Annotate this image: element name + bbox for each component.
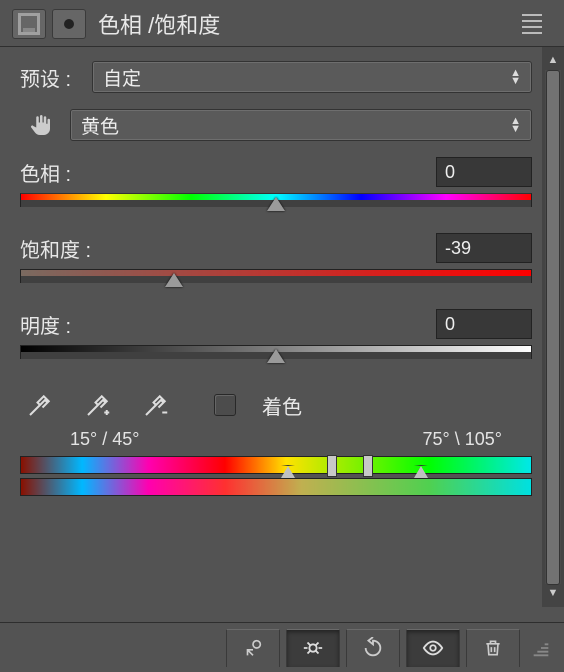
preset-select[interactable]: 自定 ▲▼ bbox=[92, 61, 532, 93]
hue-thumb[interactable] bbox=[267, 197, 285, 211]
lightness-input[interactable] bbox=[436, 309, 532, 339]
view-previous-state-button[interactable] bbox=[286, 629, 340, 667]
preset-value: 自定 bbox=[103, 64, 141, 91]
panel-title: 色相 /饱和度 bbox=[98, 8, 522, 40]
save-icon bbox=[18, 13, 40, 35]
clip-to-layer-button[interactable] bbox=[226, 629, 280, 667]
hue-range-strip-top[interactable] bbox=[20, 456, 532, 474]
delete-button[interactable] bbox=[466, 629, 520, 667]
range-handle-outer-left[interactable] bbox=[281, 465, 295, 478]
lightness-slider[interactable] bbox=[20, 345, 532, 371]
range-handle-outer-right[interactable] bbox=[414, 465, 428, 478]
channel-select[interactable]: 黄色 ▲▼ bbox=[70, 109, 532, 141]
reset-button[interactable] bbox=[346, 629, 400, 667]
lightness-thumb[interactable] bbox=[267, 349, 285, 363]
range-readout-left: 15° / 45° bbox=[70, 429, 140, 450]
lightness-label: 明度 : bbox=[20, 310, 436, 339]
hue-slider[interactable] bbox=[20, 193, 532, 219]
chevron-updown-icon: ▲▼ bbox=[510, 118, 521, 133]
panel-menu-button[interactable] bbox=[522, 14, 552, 34]
saturation-label: 饱和度 : bbox=[20, 234, 436, 263]
scrollbar[interactable]: ▲ ▼ bbox=[542, 47, 564, 607]
scroll-down-arrow[interactable]: ▼ bbox=[548, 586, 559, 601]
range-handle-inner-left[interactable] bbox=[327, 455, 337, 477]
resize-grip-icon[interactable] bbox=[530, 637, 552, 659]
hue-range-strip-bottom bbox=[20, 478, 532, 496]
range-handle-inner-right[interactable] bbox=[363, 455, 373, 477]
saturation-slider[interactable] bbox=[20, 269, 532, 295]
range-readout-right: 75° \ 105° bbox=[422, 429, 502, 450]
scroll-track[interactable] bbox=[545, 70, 561, 584]
colorize-label: 着色 bbox=[262, 391, 302, 420]
toggle-visibility-button[interactable] bbox=[52, 9, 86, 39]
hue-label: 色相 : bbox=[20, 158, 436, 187]
colorize-checkbox[interactable] bbox=[214, 394, 236, 416]
eyedropper-add-tool[interactable] bbox=[78, 385, 118, 425]
saturation-thumb[interactable] bbox=[165, 273, 183, 287]
preset-label: 预设 : bbox=[20, 63, 92, 92]
eyedropper-tool[interactable] bbox=[20, 385, 60, 425]
hue-input[interactable] bbox=[436, 157, 532, 187]
scroll-thumb[interactable] bbox=[546, 70, 560, 585]
panel-body: 预设 : 自定 ▲▼ 黄色 ▲▼ 色相 : 饱和度 : bbox=[0, 47, 542, 607]
dot-icon bbox=[64, 19, 74, 29]
targeted-adjustment-tool[interactable] bbox=[20, 107, 60, 143]
eyedropper-subtract-tool[interactable] bbox=[136, 385, 176, 425]
footer-toolbar bbox=[0, 622, 564, 672]
toggle-visibility-footer-button[interactable] bbox=[406, 629, 460, 667]
channel-value: 黄色 bbox=[81, 112, 119, 139]
panel-header: 色相 /饱和度 bbox=[0, 0, 564, 47]
saturation-track bbox=[20, 269, 532, 283]
chevron-updown-icon: ▲▼ bbox=[510, 70, 521, 85]
saturation-input[interactable] bbox=[436, 233, 532, 263]
scroll-up-arrow[interactable]: ▲ bbox=[548, 53, 559, 68]
save-preset-button[interactable] bbox=[12, 9, 46, 39]
